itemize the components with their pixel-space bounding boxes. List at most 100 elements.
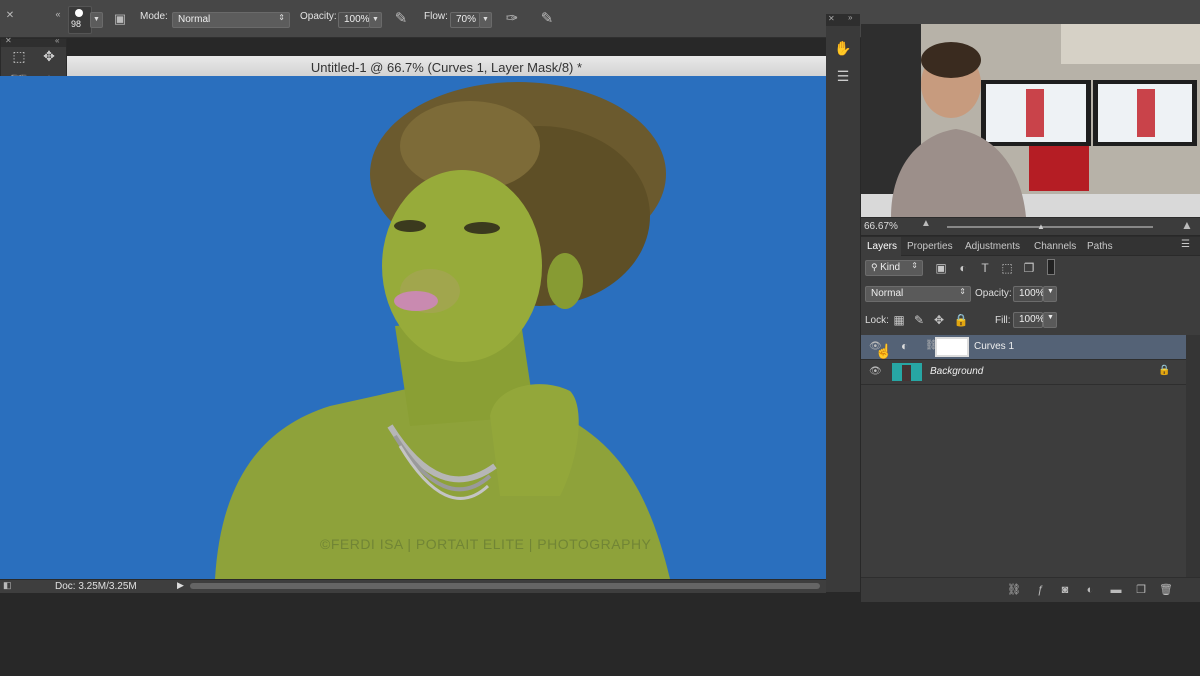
- lock-all-icon[interactable]: 🔒: [953, 312, 969, 328]
- layer-opacity-dropdown[interactable]: ▼: [1043, 286, 1057, 302]
- layer-opacity-input[interactable]: 100%: [1013, 286, 1045, 302]
- fill-dropdown[interactable]: ▼: [1043, 312, 1057, 328]
- mode-select[interactable]: Normal ⇕: [172, 12, 290, 28]
- filter-adjustment-icon[interactable]: ◐: [955, 260, 971, 276]
- expand-arrows-icon[interactable]: »: [848, 13, 852, 22]
- new-adjustment-icon[interactable]: ◐: [1083, 583, 1097, 597]
- opacity-input[interactable]: 100%: [338, 12, 370, 28]
- new-group-icon[interactable]: ▬: [1109, 583, 1123, 597]
- collapse-arrows-icon[interactable]: «: [55, 36, 59, 45]
- fx-icon[interactable]: ƒ: [1033, 583, 1047, 597]
- lock-pixels-icon[interactable]: ✎: [911, 312, 927, 328]
- filter-kind-select[interactable]: ⚲ Kind ⇕: [865, 260, 923, 276]
- layer-row-curves[interactable]: 👁 ☝ ◐ ⛓ Curves 1: [861, 335, 1186, 360]
- opacity-value: 100%: [344, 14, 370, 25]
- filter-type-icon[interactable]: T: [977, 260, 993, 276]
- document-status-bar: ◧ Doc: 3.25M/3.25M ▶: [0, 579, 826, 593]
- layers-scrollbar[interactable]: [1186, 335, 1200, 577]
- canvas-image: [215, 82, 670, 579]
- flow-value: 70%: [456, 14, 477, 25]
- hand-shape: [490, 384, 579, 496]
- layer-mask-thumbnail[interactable]: [935, 337, 969, 357]
- panel-menu-icon[interactable]: ☰: [1181, 239, 1190, 250]
- layers-footer: ⛓ ƒ ◙ ◐ ▬ ❐ 🗑: [861, 577, 1200, 602]
- document-canvas[interactable]: [0, 76, 826, 579]
- flow-label: Flow:: [424, 11, 448, 22]
- brush-size-label: 98: [71, 19, 82, 29]
- brush-preset-dropdown[interactable]: ▼: [90, 12, 103, 28]
- close-icon[interactable]: ✕: [0, 6, 20, 26]
- zoom-in-icon[interactable]: ▲: [1181, 218, 1193, 232]
- status-menu-arrow-icon[interactable]: ▶: [177, 580, 184, 591]
- zoom-out-icon[interactable]: ▲: [921, 218, 931, 229]
- lock-label: Lock:: [865, 315, 889, 326]
- tab-paths[interactable]: Paths: [1087, 241, 1113, 252]
- status-icon[interactable]: ◧: [3, 580, 12, 591]
- brush-tip-icon: [75, 9, 83, 17]
- adjustment-layer-icon: ◐: [901, 339, 909, 353]
- close-icon[interactable]: ✕: [5, 36, 12, 45]
- presenter-video-frame: [861, 24, 1200, 217]
- lock-icon: 🔒: [1158, 365, 1171, 376]
- new-layer-icon[interactable]: ❐: [1134, 583, 1148, 597]
- layer-thumbnail[interactable]: [892, 363, 922, 381]
- collapsed-panel-dock: [826, 14, 860, 592]
- trash-icon[interactable]: 🗑: [1159, 583, 1173, 597]
- image-watermark: ©FERDI ISA | PORTAIT ELITE | PHOTOGRAPHY: [320, 536, 652, 552]
- panel-tabs: Layers Properties Adjustments Channels P…: [861, 237, 1200, 256]
- stepper-arrows-icon: ⇕: [911, 261, 918, 270]
- brush-preset-picker[interactable]: 98: [68, 6, 92, 34]
- zoom-slider-knob[interactable]: ▲: [1037, 222, 1045, 231]
- visibility-eye-icon[interactable]: 👁: [869, 366, 882, 377]
- tab-channels[interactable]: Channels: [1034, 241, 1076, 252]
- layer-opacity-label: Opacity:: [975, 288, 1012, 299]
- search-icon: ⚲: [871, 262, 881, 272]
- brush-panel-icon[interactable]: ▣: [110, 9, 130, 29]
- link-layers-icon[interactable]: ⛓: [1007, 583, 1021, 597]
- layer-name[interactable]: Curves 1: [974, 341, 1014, 352]
- opacity-dropdown[interactable]: ▼: [369, 12, 382, 28]
- zoom-slider-track[interactable]: [947, 226, 1153, 228]
- blend-mode-value: Normal: [871, 288, 904, 299]
- zoom-level[interactable]: 66.67%: [864, 221, 898, 232]
- lock-transparency-icon[interactable]: ▦: [891, 312, 907, 328]
- filter-shape-icon[interactable]: ⬚: [999, 260, 1015, 276]
- pressure-size-icon[interactable]: ✎: [537, 9, 557, 29]
- tab-layers[interactable]: Layers: [867, 241, 897, 252]
- mode-value: Normal: [178, 14, 211, 25]
- brush-settings-icon[interactable]: ☰: [831, 64, 855, 88]
- lock-position-icon[interactable]: ✥: [931, 312, 947, 328]
- stepper-arrows-icon: ⇕: [278, 13, 285, 22]
- horizontal-scrollbar[interactable]: [190, 583, 820, 589]
- layer-row-background[interactable]: 👁 Background 🔒: [861, 360, 1186, 385]
- tab-properties[interactable]: Properties: [907, 241, 953, 252]
- stepper-arrows-icon: ⇕: [959, 287, 966, 296]
- layer-opacity-value: 100%: [1019, 288, 1045, 299]
- presenter-video-image: [861, 24, 1200, 217]
- face-shape: [382, 170, 542, 362]
- mode-label: Mode:: [140, 11, 168, 22]
- navigator-zoom-row: 66.67% ▲ ▲ ▲: [861, 217, 1200, 235]
- cursor-icon: ☝: [875, 343, 893, 359]
- filter-toggle[interactable]: [1047, 259, 1055, 275]
- pressure-opacity-icon[interactable]: ✎: [391, 9, 411, 29]
- filter-smart-object-icon[interactable]: ❐: [1021, 260, 1037, 276]
- add-mask-icon[interactable]: ◙: [1058, 583, 1072, 597]
- close-icon[interactable]: ✕: [828, 14, 835, 23]
- fill-value: 100%: [1019, 314, 1045, 325]
- airbrush-icon[interactable]: ✑: [502, 9, 522, 29]
- document-title: Untitled-1 @ 66.7% (Curves 1, Layer Mask…: [310, 60, 583, 75]
- fill-input[interactable]: 100%: [1013, 312, 1045, 328]
- opacity-label: Opacity:: [300, 11, 337, 22]
- filter-pixel-icon[interactable]: ▣: [933, 260, 949, 276]
- layer-name[interactable]: Background: [930, 366, 983, 377]
- collapse-arrows-icon[interactable]: «: [48, 4, 68, 24]
- dock-header[interactable]: ✕ »: [826, 13, 860, 26]
- move-icon[interactable]: ✥: [37, 45, 61, 67]
- blend-mode-select[interactable]: Normal ⇕: [865, 286, 971, 302]
- tool-presets-icon[interactable]: ✋: [831, 36, 855, 60]
- tab-adjustments[interactable]: Adjustments: [965, 241, 1020, 252]
- flow-dropdown[interactable]: ▼: [479, 12, 492, 28]
- flow-input[interactable]: 70%: [450, 12, 480, 28]
- marquee-icon[interactable]: ⬚: [7, 45, 31, 67]
